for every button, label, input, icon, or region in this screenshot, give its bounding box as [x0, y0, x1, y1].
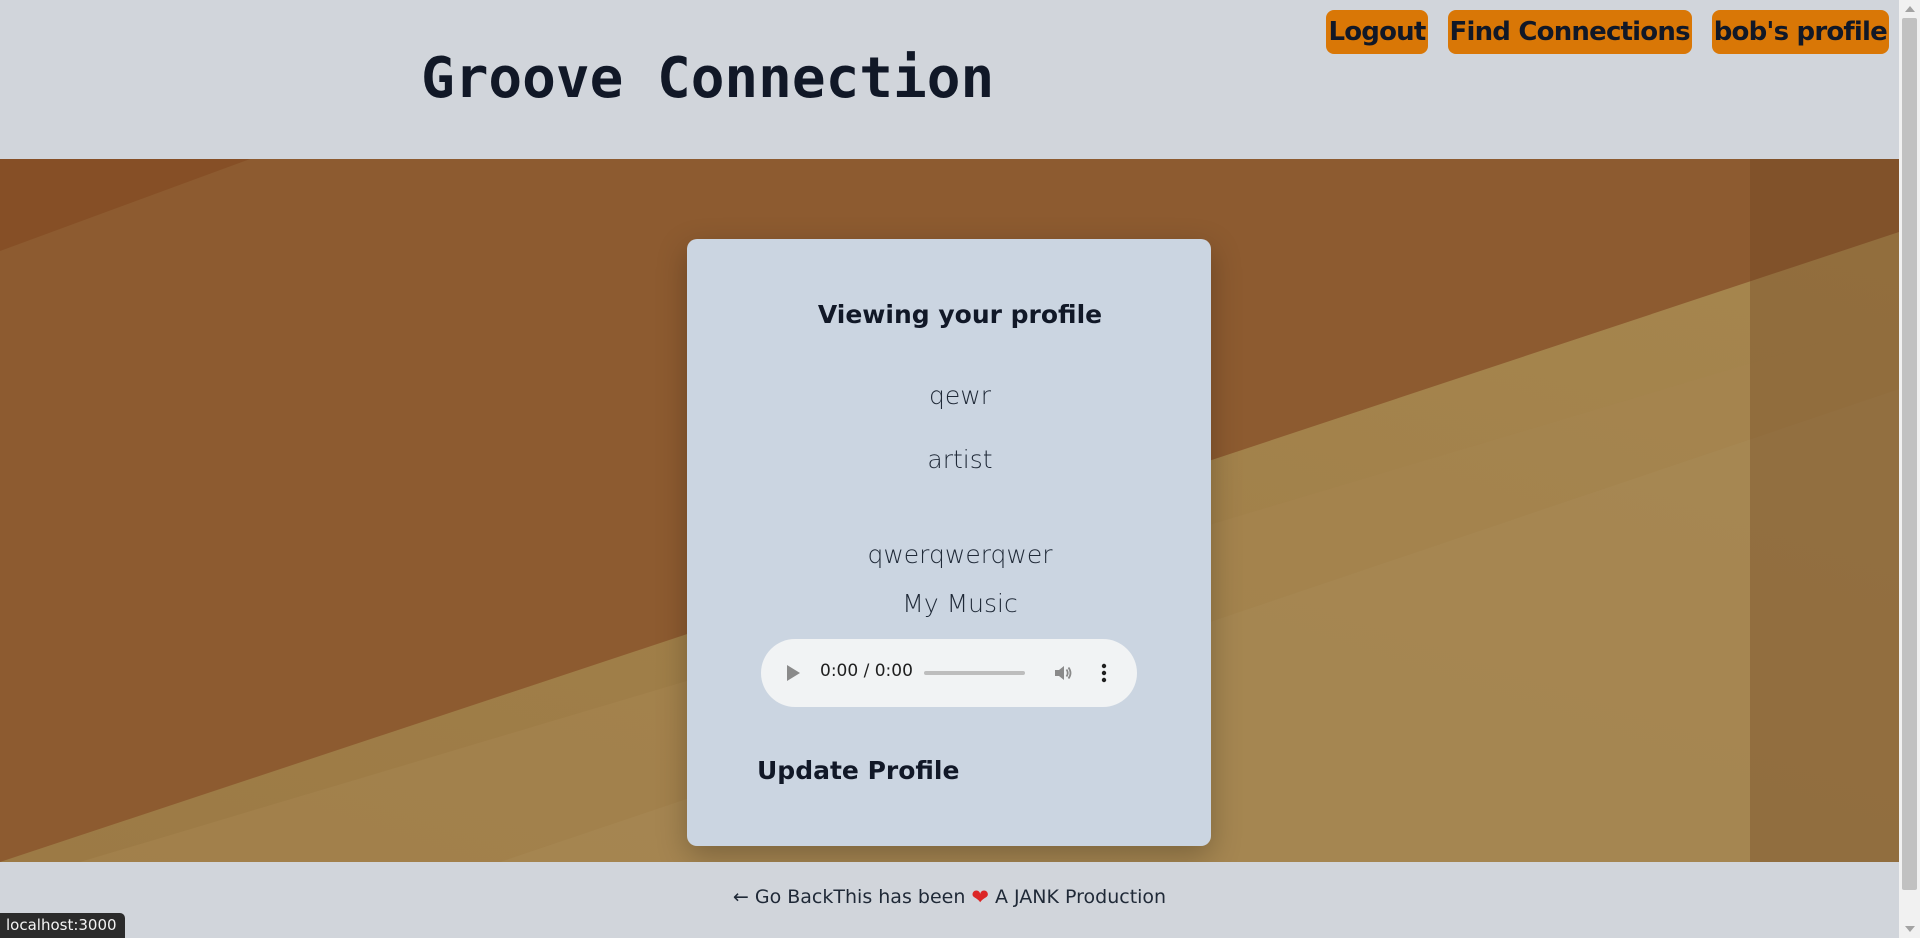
profile-bio: qwerqwerqwer — [867, 540, 1053, 569]
update-profile-link[interactable]: Update Profile — [757, 756, 959, 785]
site-footer: ← Go BackThis has been ❤ A JANK Production — [0, 862, 1899, 938]
more-options-icon[interactable] — [1100, 663, 1108, 683]
music-label: My Music — [902, 589, 1018, 618]
profile-button[interactable]: bob's profile — [1711, 10, 1889, 54]
page: Groove Connection Logout Find Connection… — [0, 0, 1920, 938]
scroll-down-arrow-icon[interactable] — [1905, 926, 1915, 932]
site-title: Groove Connection — [421, 46, 995, 111]
find-connections-button[interactable]: Find Connections — [1447, 10, 1692, 54]
footer-text: ← Go BackThis has been ❤ A JANK Production — [0, 885, 1899, 909]
go-back-link[interactable]: ← Go Back — [733, 886, 833, 908]
audio-player[interactable]: 0:00 / 0:00 — [761, 639, 1137, 707]
logout-button[interactable]: Logout — [1326, 10, 1428, 54]
heart-icon: ❤ — [971, 885, 989, 909]
vertical-scrollbar[interactable] — [1899, 0, 1920, 938]
scroll-up-arrow-icon[interactable] — [1905, 6, 1915, 12]
volume-icon[interactable] — [1053, 663, 1073, 683]
status-bar-url: localhost:3000 — [0, 913, 125, 938]
profile-name: qewr — [929, 381, 991, 410]
scrollbar-thumb[interactable] — [1902, 18, 1917, 890]
profile-heading: Viewing your profile — [817, 300, 1103, 329]
footer-text-before: This has been — [833, 886, 966, 908]
top-nav: Logout Find Connections bob's profile — [1326, 10, 1889, 54]
site-header: Groove Connection Logout Find Connection… — [0, 0, 1899, 159]
audio-progress-slider[interactable] — [924, 671, 1025, 675]
play-icon[interactable] — [787, 665, 800, 681]
profile-role: artist — [927, 445, 993, 474]
footer-text-after: A JANK Production — [994, 886, 1167, 908]
audio-time: 0:00 / 0:00 — [820, 661, 913, 681]
